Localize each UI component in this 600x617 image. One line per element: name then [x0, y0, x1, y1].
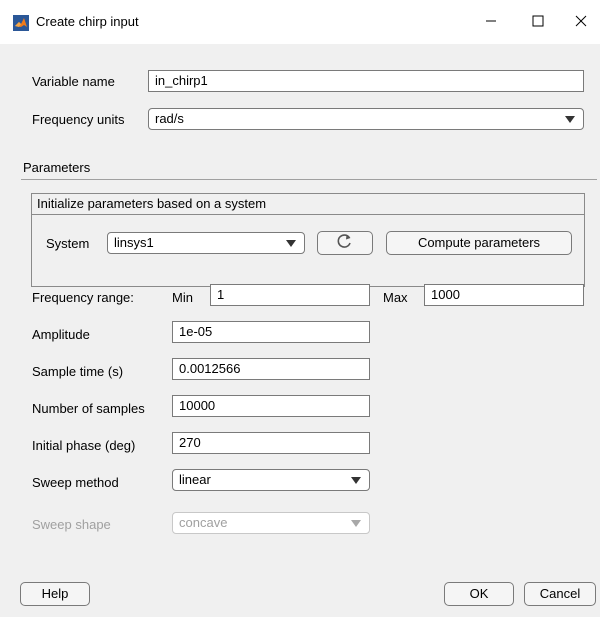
dialog-content: Variable name in_chirp1 Frequency units … — [0, 44, 600, 617]
sample-time-input[interactable]: 0.0012566 — [172, 358, 370, 380]
close-icon — [575, 15, 587, 30]
minimize-icon — [485, 15, 497, 30]
amplitude-label: Amplitude — [32, 327, 90, 342]
sweep-method-select[interactable]: linear — [172, 469, 370, 491]
initial-phase-label: Initial phase (deg) — [32, 438, 136, 453]
sweep-method-value: linear — [179, 472, 211, 487]
variable-name-input[interactable]: in_chirp1 — [148, 70, 584, 92]
parameters-section-label: Parameters — [23, 160, 91, 175]
amplitude-input[interactable]: 1e-05 — [172, 321, 370, 343]
max-label: Max — [383, 290, 408, 305]
max-frequency-input[interactable]: 1000 — [424, 284, 584, 306]
initialize-group-title: Initialize parameters based on a system — [37, 196, 267, 211]
sweep-method-label: Sweep method — [32, 475, 119, 490]
minimize-button[interactable] — [468, 0, 514, 44]
min-label: Min — [172, 290, 193, 305]
system-label: System — [46, 236, 90, 251]
matlab-icon — [13, 15, 29, 31]
initialize-group: Initialize parameters based on a system … — [31, 193, 585, 287]
system-value: linsys1 — [114, 235, 154, 250]
ok-button[interactable]: OK — [444, 582, 514, 606]
help-button[interactable]: Help — [20, 582, 90, 606]
frequency-units-value: rad/s — [155, 111, 184, 126]
chevron-down-icon — [565, 116, 575, 123]
min-frequency-input[interactable]: 1 — [210, 284, 370, 306]
cancel-button[interactable]: Cancel — [524, 582, 596, 606]
initialize-group-header: Initialize parameters based on a system — [32, 194, 584, 215]
sample-time-label: Sample time (s) — [32, 364, 124, 379]
initial-phase-input[interactable]: 270 — [172, 432, 370, 454]
system-select[interactable]: linsys1 — [107, 232, 305, 254]
chevron-down-icon — [351, 520, 361, 527]
maximize-button[interactable] — [515, 0, 561, 44]
frequency-units-label: Frequency units — [32, 112, 125, 127]
sweep-shape-select: concave — [172, 512, 370, 534]
sweep-shape-value: concave — [179, 515, 228, 530]
refresh-icon — [336, 232, 354, 257]
compute-parameters-button[interactable]: Compute parameters — [386, 231, 572, 255]
refresh-button[interactable] — [317, 231, 373, 255]
sweep-shape-label: Sweep shape — [32, 517, 111, 532]
window-title: Create chirp input — [36, 14, 139, 29]
close-button[interactable] — [558, 0, 600, 44]
title-bar: Create chirp input — [0, 0, 600, 44]
frequency-range-label: Frequency range: — [32, 290, 134, 305]
frequency-units-select[interactable]: rad/s — [148, 108, 584, 130]
num-samples-input[interactable]: 10000 — [172, 395, 370, 417]
maximize-icon — [532, 15, 544, 30]
section-divider — [21, 179, 597, 180]
chevron-down-icon — [286, 240, 296, 247]
chevron-down-icon — [351, 477, 361, 484]
variable-name-label: Variable name — [32, 74, 115, 89]
num-samples-label: Number of samples — [32, 401, 145, 416]
